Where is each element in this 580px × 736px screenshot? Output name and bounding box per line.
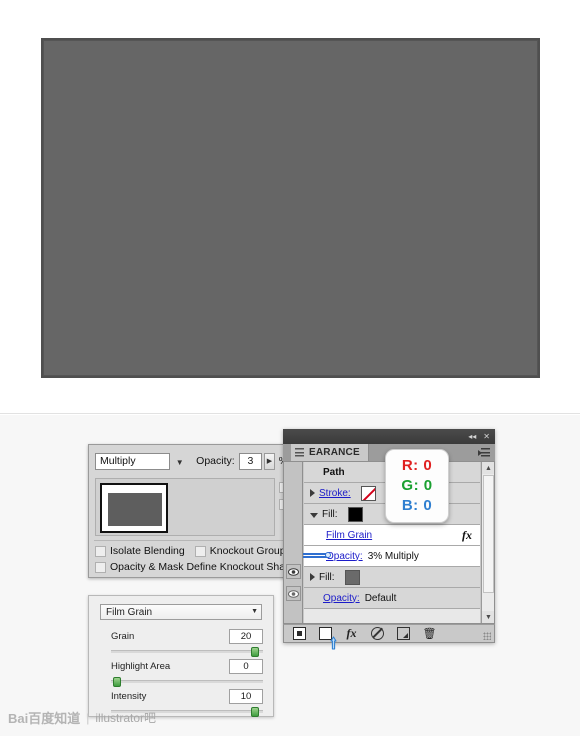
opacity-mask-label: Opacity & Mask Define Knockout Shape [110,561,297,573]
fill-bottom-label[interactable]: Fill: [319,572,335,583]
disclosure-triangle-icon[interactable] [310,573,315,581]
panel-menu-icon[interactable] [478,448,490,457]
panel-titlebar[interactable]: ◂◂ ✕ [283,429,495,444]
resize-grip-icon[interactable] [483,632,491,640]
stroke-color-swatch[interactable] [360,485,376,501]
fill-color-swatch[interactable] [347,506,363,522]
slider-highlight-area: Highlight Area 0 [111,659,263,687]
scrollbar-thumb[interactable] [483,475,494,593]
clear-appearance-icon[interactable] [371,627,384,640]
tab-appearance-label: EARANCE [309,447,360,458]
blend-mode-select[interactable]: Multiply ▼ [95,452,184,470]
blending-options-group: Isolate Blending Knockout Group Opacity … [95,545,297,577]
opacity-input[interactable]: 3 [238,452,263,470]
panel-divider [94,540,288,541]
object-thumbnail-preview [108,493,162,526]
rgb-value-callout: R: 0 G: 0 B: 0 [385,449,449,523]
object-type-label: Path [323,466,345,478]
isolate-blending-checkbox[interactable] [95,545,106,557]
appearance-scrollbar[interactable]: ▲ ▼ [481,462,494,623]
eye-icon [288,567,299,576]
watermark-separator: | [86,710,90,725]
intensity-label: Intensity [111,691,147,702]
chevron-down-icon[interactable]: ▼ [173,456,186,469]
close-icon[interactable]: ✕ [483,432,490,441]
highlight-area-value-input[interactable]: 0 [229,659,263,674]
object-opacity-label[interactable]: Opacity: [323,593,360,604]
artboard-rectangle-object[interactable] [43,40,538,376]
highlight-area-slider-track[interactable] [111,677,263,687]
tab-appearance[interactable]: EARANCE [291,444,369,461]
scroll-down-icon[interactable]: ▼ [482,611,494,623]
fill-opacity-label[interactable]: Opacity: [326,551,363,562]
tab-grip-icon [295,448,304,457]
eye-icon [288,589,299,598]
add-new-stroke-icon[interactable] [293,627,306,640]
effect-type-value: Film Grain [106,606,153,618]
appearance-row-fill-opacity[interactable]: Opacity: 3% Multiply [303,546,480,567]
film-grain-effect-dialog: Film Grain ▼ Grain 20 Highlight Area 0 I… [88,595,274,717]
fill-bottom-color-swatch[interactable] [344,569,360,585]
knockout-group-checkbox[interactable] [194,545,206,557]
opacity-label: Opacity: [196,455,235,467]
link-indicator-dot [325,552,331,558]
fill-label[interactable]: Fill: [322,509,338,520]
mouse-cursor-hand [327,636,340,653]
opacity-mask-checkbox[interactable] [95,561,106,573]
effect-type-select[interactable]: Film Grain ▼ [100,604,262,620]
isolate-blending-label: Isolate Blending [110,545,185,557]
blend-mode-value: Multiply [100,455,136,467]
disclosure-triangle-icon[interactable] [310,489,315,497]
object-opacity-value: Default [364,592,397,604]
appearance-panel-footer: fx 🗑 [283,624,495,643]
grain-slider-track[interactable] [111,647,263,657]
disclosure-triangle-icon[interactable] [310,512,318,518]
grain-label: Grain [111,631,135,642]
watermark-text: illustrator吧 [95,711,157,725]
rgb-green-value: G: 0 [401,476,433,494]
isolate-blending-row[interactable]: Isolate Blending Knockout Group [95,545,291,557]
trash-icon[interactable]: 🗑 [423,627,437,640]
knockout-group-label: Knockout Group [209,545,286,557]
appearance-row-film-grain[interactable]: Film Grain fx [304,525,480,546]
chevron-down-icon[interactable]: ▼ [251,608,258,615]
rgb-red-value: R: 0 [401,456,433,474]
intensity-value-input[interactable]: 10 [229,689,263,704]
transparency-thumbnail-area [95,478,275,536]
transparency-panel: Multiply ▼ Opacity: 3 ▶ % Clip Invert Ma… [88,444,348,578]
highlight-area-slider-knob[interactable] [112,677,121,687]
rgb-blue-value: B: 0 [401,497,433,515]
opacity-mask-row[interactable]: Opacity & Mask Define Knockout Shape [95,561,297,573]
transparency-top-row: Multiply ▼ Opacity: 3 ▶ % [89,445,294,477]
fx-icon[interactable]: fx [462,528,472,543]
object-thumbnail[interactable] [100,483,168,533]
grain-value-input[interactable]: 20 [229,629,263,644]
fx-icon[interactable]: fx [345,626,358,640]
highlight-area-label: Highlight Area [111,661,171,672]
scroll-up-icon[interactable]: ▲ [482,462,494,474]
duplicate-icon[interactable] [397,627,410,640]
document-canvas [0,0,580,414]
appearance-row-fill-bottom[interactable]: Fill: [304,567,480,588]
film-grain-effect-label[interactable]: Film Grain [326,530,372,541]
opacity-spinner-icon[interactable]: ▶ [264,452,275,470]
visibility-column [284,462,303,623]
visibility-toggle-opacity[interactable] [286,586,301,601]
fill-opacity-value: 3% Multiply [367,550,419,562]
watermark: Bai百度知道 | illustrator吧 [8,708,156,727]
appearance-row-object-opacity[interactable]: Opacity: Default [304,588,480,609]
intensity-slider-knob[interactable] [250,707,259,717]
collapse-icon[interactable]: ◂◂ [468,432,476,441]
visibility-toggle-fill[interactable] [286,564,301,579]
slider-grain: Grain 20 [111,629,263,657]
watermark-logo: Bai百度知道 [8,711,81,726]
stroke-label[interactable]: Stroke: [319,488,351,499]
grain-slider-knob[interactable] [250,647,259,657]
